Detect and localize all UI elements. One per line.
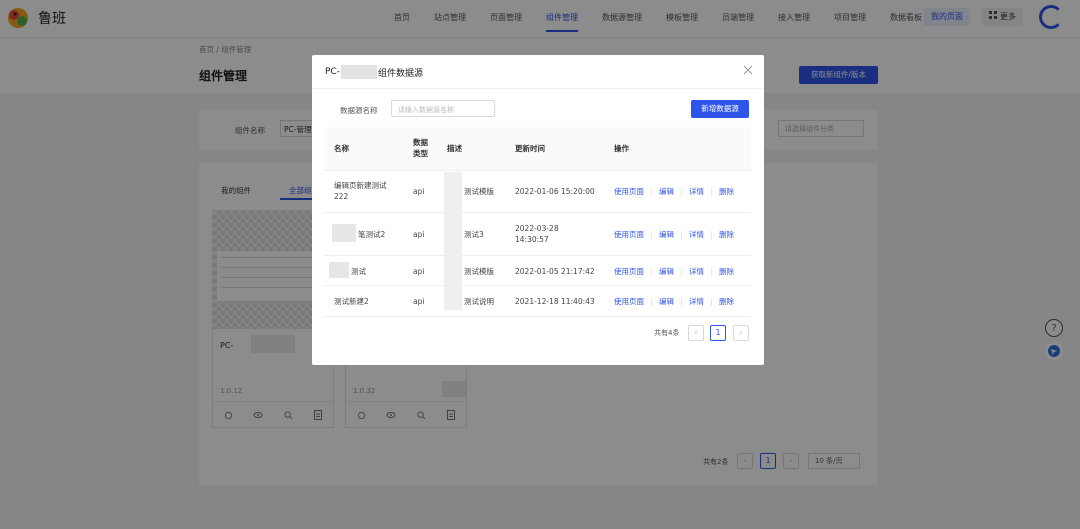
use-page-link[interactable]: 使用页面	[614, 229, 644, 240]
close-icon[interactable]	[742, 64, 754, 76]
delete-link[interactable]: 删除	[719, 266, 734, 277]
row-desc: 测试模版	[464, 187, 494, 196]
delete-link[interactable]: 删除	[719, 186, 734, 197]
modal-prev-page-button[interactable]: ‹	[688, 325, 704, 341]
modal-total: 共有4条	[654, 329, 680, 337]
col-type: 数据 类型	[413, 138, 428, 158]
table-row: 测试新建2 api 测试说明 2021-12-18 11:40:43 使用页面 …	[324, 286, 751, 317]
row-actions: 使用页面 编辑 详情 删除	[614, 229, 734, 240]
table-header: 名称 数据 类型 描述 更新时间 操作	[324, 127, 751, 171]
row-type: api	[413, 187, 425, 196]
use-page-link[interactable]: 使用页面	[614, 296, 644, 307]
table-row: 编辑页新建测试 222 api 测试模版 2022-01-06 15:20:00…	[324, 171, 751, 213]
col-updated: 更新时间	[515, 144, 545, 153]
row-updated: 2021-12-18 11:40:43	[515, 297, 595, 306]
use-page-link[interactable]: 使用页面	[614, 266, 644, 277]
detail-link[interactable]: 详情	[689, 229, 704, 240]
row-name: 测试	[351, 267, 366, 276]
edit-link[interactable]: 编辑	[659, 186, 674, 197]
row-type: api	[413, 267, 425, 276]
edit-link[interactable]: 编辑	[659, 229, 674, 240]
row-desc: 测试模版	[464, 267, 494, 276]
row-name: 笔测试2	[358, 230, 386, 239]
table-row: 测试 api 测试模版 2022-01-05 21:17:42 使用页面 编辑 …	[324, 256, 751, 286]
datasource-search-input[interactable]: 请输入数据源名称	[391, 100, 495, 117]
row-name: 编辑页新建测试 222	[334, 181, 387, 201]
modal-page-number-button[interactable]: 1	[710, 325, 726, 341]
col-desc: 描述	[447, 144, 462, 153]
row-actions: 使用页面 编辑 详情 删除	[614, 296, 734, 307]
datasource-table: 名称 数据 类型 描述 更新时间 操作 编辑页新建测试 222 api 测试模版…	[324, 127, 751, 317]
col-ops: 操作	[614, 144, 629, 153]
col-name: 名称	[334, 144, 349, 153]
row-updated: 2022-01-05 21:17:42	[515, 267, 595, 276]
row-actions: 使用页面 编辑 详情 删除	[614, 266, 734, 277]
delete-link[interactable]: 删除	[719, 296, 734, 307]
datasource-modal: PC- 组件数据源 数据源名称 请输入数据源名称 新增数据源 名称 数据 类型 …	[312, 55, 764, 365]
row-actions: 使用页面 编辑 详情 删除	[614, 186, 734, 197]
edit-link[interactable]: 编辑	[659, 266, 674, 277]
row-updated: 2022-03-28 14:30:57	[515, 224, 559, 244]
detail-link[interactable]: 详情	[689, 296, 704, 307]
modal-next-page-button[interactable]: ›	[733, 325, 749, 341]
table-row: 笔测试2 api 测试3 2022-03-28 14:30:57 使用页面 编辑…	[324, 213, 751, 256]
add-datasource-button[interactable]: 新增数据源	[691, 100, 749, 118]
row-type: api	[413, 230, 425, 239]
row-desc: 测试说明	[464, 297, 494, 306]
edit-link[interactable]: 编辑	[659, 296, 674, 307]
row-type: api	[413, 297, 425, 306]
detail-link[interactable]: 详情	[689, 186, 704, 197]
row-desc: 测试3	[464, 230, 484, 239]
use-page-link[interactable]: 使用页面	[614, 186, 644, 197]
modal-title: PC- 组件数据源	[325, 65, 423, 79]
row-name: 测试新建2	[334, 297, 369, 306]
detail-link[interactable]: 详情	[689, 266, 704, 277]
row-updated: 2022-01-06 15:20:00	[515, 187, 595, 196]
delete-link[interactable]: 删除	[719, 229, 734, 240]
datasource-name-label: 数据源名称	[340, 106, 378, 115]
